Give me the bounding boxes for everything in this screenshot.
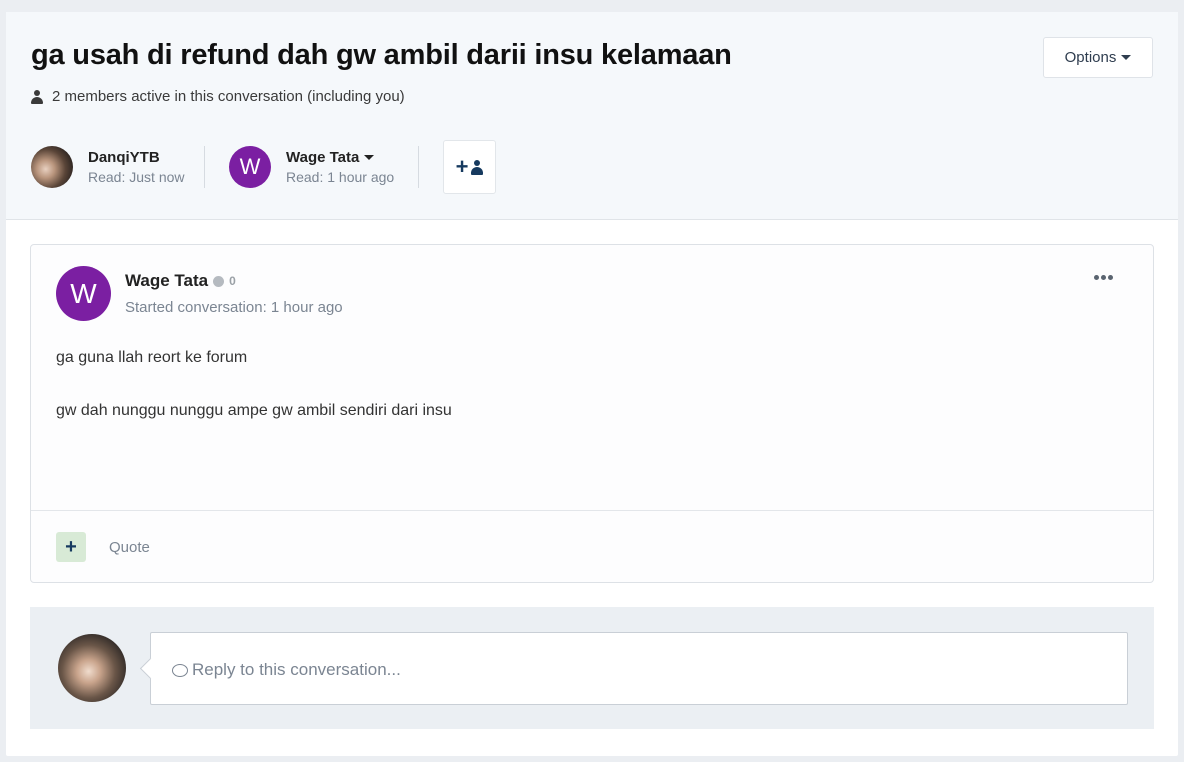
member-read-status: Read: Just now: [88, 169, 185, 185]
options-button[interactable]: Options: [1043, 37, 1153, 78]
member-read-status: Read: 1 hour ago: [286, 169, 395, 185]
quote-button[interactable]: Quote: [109, 539, 150, 556]
post-body: ga guna llah reort ke forum gw dah nungg…: [56, 349, 1116, 455]
divider: [31, 510, 1153, 511]
avatar[interactable]: [31, 146, 73, 188]
member-wage-tata[interactable]: W Wage Tata Read: 1 hour ago: [229, 145, 394, 189]
member-danqiytb[interactable]: DanqiYTB Read: Just now: [31, 145, 185, 189]
active-members-line: 2 members active in this conversation (i…: [31, 88, 405, 105]
author-name[interactable]: Wage Tata: [125, 271, 208, 291]
member-name[interactable]: DanqiYTB: [88, 149, 185, 166]
member-info: DanqiYTB Read: Just now: [88, 149, 185, 185]
member-info: Wage Tata Read: 1 hour ago: [286, 149, 394, 185]
react-button[interactable]: +: [56, 532, 86, 562]
divider: [418, 146, 419, 188]
avatar[interactable]: W: [56, 266, 111, 321]
page-title: ga usah di refund dah gw ambil darii ins…: [31, 39, 732, 71]
conversation-header: ga usah di refund dah gw ambil darii ins…: [6, 12, 1178, 220]
caret-down-icon: [364, 155, 375, 160]
avatar: [58, 634, 126, 702]
conversation-post: W Wage Tata 0 Started conversation: 1 ho…: [30, 244, 1154, 583]
active-members-text: 2 members active in this conversation (i…: [52, 88, 405, 105]
caret-down-icon: [1121, 55, 1132, 60]
post-paragraph: gw dah nunggu nunggu ampe gw ambil sendi…: [56, 402, 452, 419]
avatar[interactable]: W: [229, 146, 271, 188]
post-meta: Started conversation: 1 hour ago: [125, 299, 343, 316]
more-options-icon[interactable]: [1091, 269, 1115, 285]
reply-input[interactable]: Reply to this conversation...: [150, 632, 1128, 705]
member-name-dropdown[interactable]: Wage Tata: [286, 149, 394, 166]
reputation-count: 0: [229, 274, 236, 288]
member-name: Wage Tata: [286, 149, 360, 166]
user-icon: [31, 89, 43, 104]
comment-icon: [172, 663, 188, 677]
add-member-button[interactable]: +: [443, 140, 496, 194]
post-paragraph: ga guna llah reort ke forum: [56, 349, 248, 366]
reputation-dot-icon: [213, 275, 225, 287]
divider: [204, 146, 205, 188]
reply-area: Reply to this conversation...: [30, 607, 1154, 729]
reply-placeholder: Reply to this conversation...: [172, 660, 401, 680]
user-icon: [471, 159, 484, 175]
conversation-page: ga usah di refund dah gw ambil darii ins…: [6, 12, 1178, 756]
post-author: Wage Tata 0: [125, 271, 236, 291]
plus-icon: +: [455, 154, 469, 179]
options-label: Options: [1064, 49, 1117, 66]
reply-placeholder-text: Reply to this conversation...: [192, 660, 401, 679]
